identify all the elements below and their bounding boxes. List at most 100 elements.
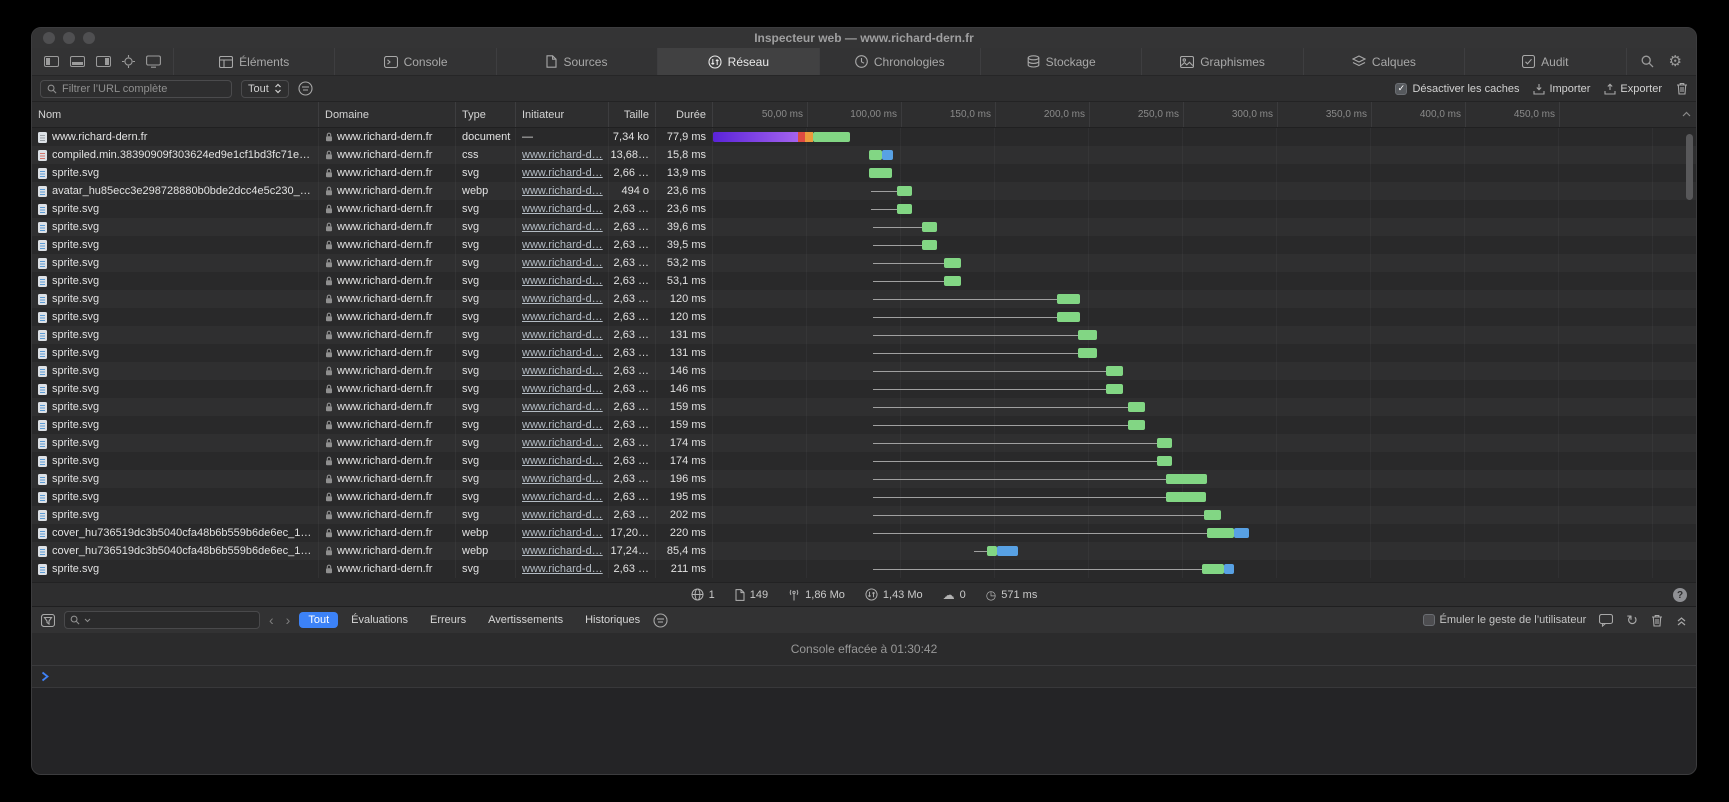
- console-tab-evaluations[interactable]: Évaluations: [342, 612, 417, 628]
- reload-icon[interactable]: ↻: [1626, 613, 1638, 627]
- initiator-link[interactable]: www.richard-d…: [522, 167, 603, 179]
- tab-sources[interactable]: Sources: [496, 48, 657, 75]
- table-row[interactable]: sprite.svgwww.richard-dern.frsvgwww.rich…: [32, 272, 1696, 290]
- initiator-link[interactable]: www.richard-d…: [522, 311, 603, 323]
- console-tab-warnings[interactable]: Avertissements: [479, 612, 572, 628]
- initiator-link[interactable]: www.richard-d…: [522, 365, 603, 377]
- emulate-gesture-checkbox[interactable]: Émuler le geste de l’utilisateur: [1423, 614, 1587, 626]
- console-empty-area[interactable]: [32, 688, 1696, 774]
- console-messages-icon[interactable]: [1599, 614, 1613, 627]
- table-row[interactable]: sprite.svgwww.richard-dern.frsvgwww.rich…: [32, 488, 1696, 506]
- export-button[interactable]: Exporter: [1604, 83, 1662, 95]
- column-header-domain[interactable]: Domaine: [319, 102, 456, 127]
- dock-bottom-icon[interactable]: [70, 56, 85, 67]
- table-row[interactable]: sprite.svgwww.richard-dern.frsvgwww.rich…: [32, 398, 1696, 416]
- initiator-link[interactable]: www.richard-d…: [522, 149, 603, 161]
- initiator-link[interactable]: www.richard-d…: [522, 347, 603, 359]
- initiator-link[interactable]: www.richard-d…: [522, 563, 603, 575]
- import-button[interactable]: Importer: [1533, 83, 1590, 95]
- initiator-link[interactable]: www.richard-d…: [522, 491, 603, 503]
- forward-icon[interactable]: ›: [286, 613, 291, 627]
- table-row[interactable]: sprite.svgwww.richard-dern.frsvgwww.rich…: [32, 290, 1696, 308]
- expand-console-icon[interactable]: [1676, 615, 1687, 626]
- tab-graphics[interactable]: Graphismes: [1141, 48, 1302, 75]
- tab-layers[interactable]: Calques: [1303, 48, 1464, 75]
- filter-options-icon[interactable]: [298, 81, 313, 96]
- console-tab-all[interactable]: Tout: [299, 612, 338, 628]
- initiator-link[interactable]: www.richard-d…: [522, 527, 603, 539]
- table-row[interactable]: sprite.svgwww.richard-dern.frsvgwww.rich…: [32, 416, 1696, 434]
- column-header-type[interactable]: Type: [456, 102, 516, 127]
- table-row[interactable]: sprite.svgwww.richard-dern.frsvgwww.rich…: [32, 200, 1696, 218]
- tab-network[interactable]: Réseau: [657, 48, 818, 75]
- scroll-up-icon[interactable]: [1682, 111, 1691, 117]
- initiator-link[interactable]: www.richard-d…: [522, 419, 603, 431]
- back-icon[interactable]: ‹: [269, 613, 274, 627]
- table-row[interactable]: cover_hu736519dc3b5040cfa48b6b559b6de6ec…: [32, 542, 1696, 560]
- help-button[interactable]: ?: [1673, 588, 1687, 602]
- initiator-link[interactable]: www.richard-d…: [522, 239, 603, 251]
- table-row[interactable]: cover_hu736519dc3b5040cfa48b6b559b6de6ec…: [32, 524, 1696, 542]
- console-filter-icon[interactable]: [653, 613, 668, 628]
- initiator-link[interactable]: www.richard-d…: [522, 545, 603, 557]
- initiator-link[interactable]: www.richard-d…: [522, 203, 603, 215]
- trash-icon[interactable]: [1676, 82, 1688, 95]
- table-row[interactable]: sprite.svgwww.richard-dern.frsvgwww.rich…: [32, 164, 1696, 182]
- minimize-button[interactable]: [63, 32, 75, 44]
- initiator-link[interactable]: www.richard-d…: [522, 185, 603, 197]
- table-row[interactable]: sprite.svgwww.richard-dern.frsvgwww.rich…: [32, 560, 1696, 578]
- table-row[interactable]: sprite.svgwww.richard-dern.frsvgwww.rich…: [32, 326, 1696, 344]
- dock-left-icon[interactable]: [44, 56, 59, 67]
- tab-elements[interactable]: Éléments: [173, 48, 334, 75]
- gear-icon[interactable]: ⚙: [1669, 54, 1682, 69]
- table-row[interactable]: sprite.svgwww.richard-dern.frsvgwww.rich…: [32, 434, 1696, 452]
- initiator-link[interactable]: www.richard-d…: [522, 329, 603, 341]
- column-header-name[interactable]: Nom: [32, 102, 319, 127]
- initiator-link[interactable]: www.richard-d…: [522, 383, 603, 395]
- initiator-link[interactable]: www.richard-d…: [522, 221, 603, 233]
- initiator-link[interactable]: www.richard-d…: [522, 455, 603, 467]
- disable-caches-checkbox[interactable]: ✓ Désactiver les caches: [1395, 83, 1519, 95]
- initiator-link[interactable]: www.richard-d…: [522, 437, 603, 449]
- column-header-size[interactable]: Taille: [609, 102, 656, 127]
- console-tab-errors[interactable]: Erreurs: [421, 612, 475, 628]
- table-row[interactable]: avatar_hu85ecc3e298728880b0bde2dcc4e5c23…: [32, 182, 1696, 200]
- close-button[interactable]: [43, 32, 55, 44]
- console-tab-logs[interactable]: Historiques: [576, 612, 649, 628]
- table-row[interactable]: sprite.svgwww.richard-dern.frsvgwww.rich…: [32, 362, 1696, 380]
- zoom-button[interactable]: [83, 32, 95, 44]
- console-scope-icon[interactable]: [41, 614, 55, 627]
- initiator-link[interactable]: www.richard-d…: [522, 509, 603, 521]
- table-row[interactable]: sprite.svgwww.richard-dern.frsvgwww.rich…: [32, 470, 1696, 488]
- inspect-element-icon[interactable]: [122, 55, 135, 68]
- table-row[interactable]: sprite.svgwww.richard-dern.frsvgwww.rich…: [32, 344, 1696, 362]
- table-row[interactable]: sprite.svgwww.richard-dern.frsvgwww.rich…: [32, 506, 1696, 524]
- console-prompt[interactable]: [32, 666, 1696, 688]
- resource-type-select[interactable]: Tout: [241, 80, 289, 98]
- vertical-scrollbar-thumb[interactable]: [1686, 134, 1693, 200]
- tab-storage[interactable]: Stockage: [980, 48, 1141, 75]
- url-filter-input[interactable]: Filtrer l’URL complète: [40, 80, 232, 98]
- search-icon[interactable]: [1641, 55, 1654, 68]
- table-row[interactable]: compiled.min.38390909f303624ed9e1cf1bd3f…: [32, 146, 1696, 164]
- tab-audit[interactable]: Audit: [1464, 48, 1626, 75]
- table-row[interactable]: sprite.svgwww.richard-dern.frsvgwww.rich…: [32, 452, 1696, 470]
- initiator-link[interactable]: www.richard-d…: [522, 257, 603, 269]
- dock-right-icon[interactable]: [96, 56, 111, 67]
- initiator-link[interactable]: www.richard-d…: [522, 293, 603, 305]
- table-row[interactable]: sprite.svgwww.richard-dern.frsvgwww.rich…: [32, 236, 1696, 254]
- table-row[interactable]: sprite.svgwww.richard-dern.frsvgwww.rich…: [32, 380, 1696, 398]
- column-header-initiator[interactable]: Initiateur: [516, 102, 609, 127]
- column-header-duration[interactable]: Durée: [656, 102, 713, 127]
- initiator-link[interactable]: www.richard-d…: [522, 473, 603, 485]
- initiator-link[interactable]: www.richard-d…: [522, 275, 603, 287]
- initiator-link[interactable]: www.richard-d…: [522, 401, 603, 413]
- device-icon[interactable]: [146, 55, 161, 68]
- table-row[interactable]: sprite.svgwww.richard-dern.frsvgwww.rich…: [32, 218, 1696, 236]
- table-row[interactable]: sprite.svgwww.richard-dern.frsvgwww.rich…: [32, 308, 1696, 326]
- console-search-input[interactable]: [64, 611, 260, 629]
- clear-console-icon[interactable]: [1651, 614, 1663, 627]
- table-row[interactable]: sprite.svgwww.richard-dern.frsvgwww.rich…: [32, 254, 1696, 272]
- tab-console[interactable]: Console: [334, 48, 495, 75]
- table-row[interactable]: www.richard-dern.frwww.richard-dern.frdo…: [32, 128, 1696, 146]
